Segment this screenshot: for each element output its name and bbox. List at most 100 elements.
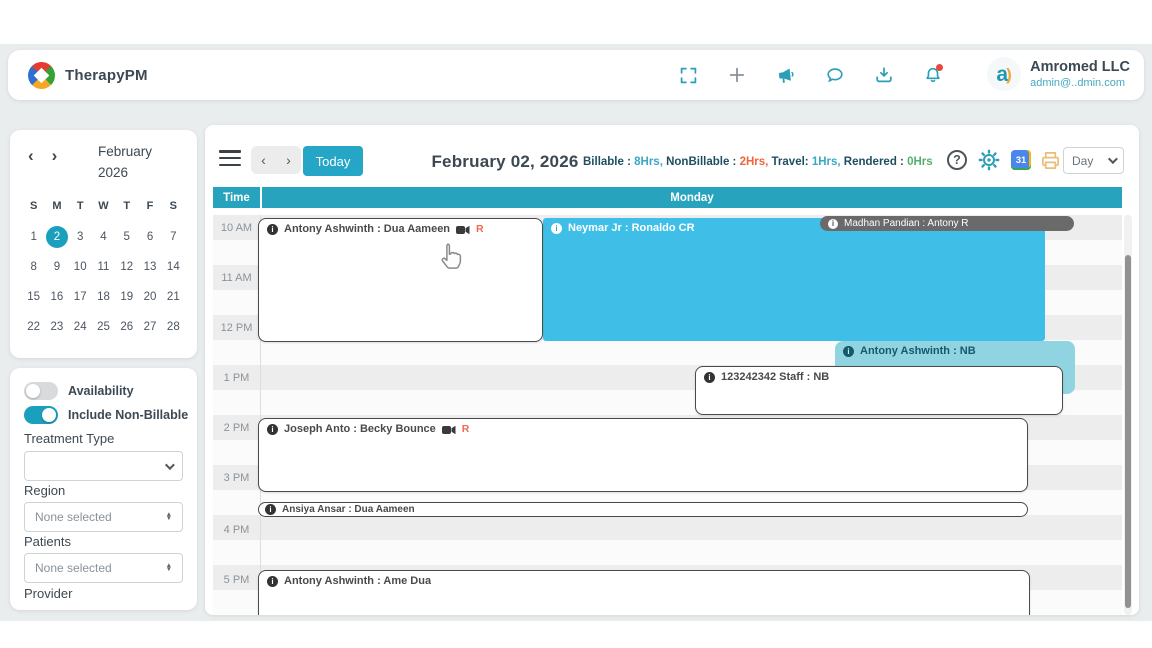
patients-label: Patients xyxy=(24,534,71,549)
rendered-flag: R xyxy=(461,423,470,435)
calendar-date[interactable]: 5 xyxy=(115,226,138,248)
rendered-hours: 0Hrs xyxy=(907,156,933,168)
mini-calendar: ‹ › February 2026 S M T W T F S 1 2 3 4 … xyxy=(10,130,197,358)
calendar-date[interactable]: 1 xyxy=(22,226,45,248)
calendar-date[interactable]: 3 xyxy=(69,226,92,248)
provider-label: Provider xyxy=(24,586,73,601)
info-icon[interactable]: i xyxy=(704,372,715,383)
time-slot-label: 3 PM xyxy=(223,472,250,484)
menu-icon[interactable] xyxy=(219,150,241,170)
account-menu[interactable]: a) Amromed LLC admin@..dmin.com xyxy=(987,57,1130,91)
calendar-date[interactable]: 27 xyxy=(138,316,161,338)
appointment-neymar-ronaldo[interactable]: i Neymar Jr : Ronaldo CR xyxy=(543,218,1045,341)
prev-day-button[interactable]: ‹ xyxy=(258,152,269,168)
therapypm-logo-icon xyxy=(28,61,55,89)
notifications-icon[interactable] xyxy=(922,64,944,86)
calendar-prev-icon[interactable]: ‹ xyxy=(28,146,34,166)
appointment-madhan-antony[interactable]: i Madhan Pandian : Antony R xyxy=(820,216,1074,231)
info-icon[interactable]: i xyxy=(267,576,278,587)
calendar-date[interactable]: 7 xyxy=(162,226,185,248)
treatment-type-select[interactable] xyxy=(24,451,183,481)
info-icon[interactable]: i xyxy=(267,424,278,435)
weekday-headers: S M T W T F S xyxy=(29,200,177,212)
calendar-date[interactable]: 4 xyxy=(92,226,115,248)
travel-hours: 1Hrs, xyxy=(811,156,844,168)
print-icon[interactable] xyxy=(1038,148,1062,172)
appointment-antony-ame[interactable]: i Antony Ashwinth : Ame Dua xyxy=(258,570,1030,615)
calendar-date[interactable]: 26 xyxy=(115,316,138,338)
calendar-date-selected[interactable]: 2 xyxy=(45,226,68,248)
fullscreen-icon[interactable] xyxy=(677,64,699,86)
filters-panel: Availability Include Non-Billable Treatm… xyxy=(10,368,197,610)
appointment-ansiya-dua[interactable]: i Ansiya Ansar : Dua Aameen xyxy=(258,502,1028,517)
view-mode-select[interactable]: Day xyxy=(1063,147,1124,174)
calendar-date[interactable]: 11 xyxy=(92,256,115,278)
settings-gear-icon[interactable] xyxy=(977,148,1001,172)
chevron-down-icon xyxy=(164,459,175,470)
appointment-staff-nb[interactable]: i 123242342 Staff : NB xyxy=(695,366,1063,415)
nonbillable-hours: 2Hrs, xyxy=(739,156,772,168)
info-icon[interactable]: i xyxy=(843,346,854,357)
announcement-icon[interactable] xyxy=(775,64,797,86)
time-slot-label: 1 PM xyxy=(223,372,250,384)
scrollbar-thumb[interactable] xyxy=(1125,255,1131,608)
include-non-billable-label: Include Non-Billable xyxy=(68,408,189,422)
appointment-antony-dua[interactable]: i Antony Ashwinth : Dua Aameen R xyxy=(258,218,543,342)
availability-toggle[interactable] xyxy=(24,382,58,400)
therapypm-app: TherapyPM a) Amromed LLC admin@..dmin.c… xyxy=(0,0,1152,648)
time-slot-label: 2 PM xyxy=(223,422,250,434)
calendar-date[interactable]: 25 xyxy=(92,316,115,338)
time-slot-label: 10 AM xyxy=(220,222,253,234)
updown-icon: ▲ ▼ xyxy=(165,562,172,573)
top-header-bar: TherapyPM a) Amromed LLC admin@..dmin.c… xyxy=(8,50,1144,100)
calendar-date[interactable]: 28 xyxy=(162,316,185,338)
calendar-date[interactable]: 22 xyxy=(22,316,45,338)
info-icon[interactable]: i xyxy=(828,218,838,229)
time-slot-label: 11 AM xyxy=(221,272,252,284)
add-icon[interactable] xyxy=(726,64,748,86)
today-button[interactable]: Today xyxy=(303,146,363,176)
day-column-header: Monday xyxy=(262,187,1122,208)
brand: TherapyPM xyxy=(28,61,148,89)
info-icon[interactable]: i xyxy=(267,224,278,235)
help-icon[interactable]: ? xyxy=(945,148,969,172)
include-non-billable-toggle[interactable] xyxy=(24,406,58,424)
hours-summary: Billable : 8Hrs, NonBillable : 2Hrs, Tra… xyxy=(583,156,933,168)
calendar-date[interactable]: 6 xyxy=(138,226,161,248)
region-select[interactable]: None selected ▲ ▼ xyxy=(24,502,183,532)
billable-hours: 8Hrs, xyxy=(634,156,667,168)
calendar-date[interactable]: 15 xyxy=(22,286,45,308)
calendar-date[interactable]: 23 xyxy=(45,316,68,338)
calendar-date[interactable]: 17 xyxy=(69,286,92,308)
chat-icon[interactable] xyxy=(824,64,846,86)
region-label: Region xyxy=(24,483,66,498)
next-day-button[interactable]: › xyxy=(283,152,294,168)
calendar-31-icon[interactable]: 31 xyxy=(1009,148,1033,172)
calendar-date[interactable]: 18 xyxy=(92,286,115,308)
info-icon[interactable]: i xyxy=(551,223,562,234)
calendar-date[interactable]: 10 xyxy=(69,256,92,278)
calendar-next-icon[interactable]: › xyxy=(52,146,58,166)
calendar-date[interactable]: 16 xyxy=(45,286,68,308)
chevron-down-icon xyxy=(1107,154,1118,165)
calendar-date[interactable]: 13 xyxy=(138,256,161,278)
patients-select[interactable]: None selected ▲ ▼ xyxy=(24,553,183,583)
header-actions xyxy=(677,50,944,100)
schedule-panel: ‹ › Today February 02, 2026 Billable : 8… xyxy=(205,125,1139,615)
calendar-week-row: 8 9 10 11 12 13 14 xyxy=(22,256,185,278)
calendar-date[interactable]: 8 xyxy=(22,256,45,278)
calendar-month-title: February 2026 xyxy=(98,144,153,180)
calendar-date[interactable]: 9 xyxy=(45,256,68,278)
calendar-week-row: 22 23 24 25 26 27 28 xyxy=(22,316,185,338)
availability-label: Availability xyxy=(68,384,134,398)
appointment-joseph-becky[interactable]: i Joseph Anto : Becky Bounce R xyxy=(258,418,1028,492)
calendar-date[interactable]: 21 xyxy=(162,286,185,308)
info-icon[interactable]: i xyxy=(265,504,276,515)
calendar-date[interactable]: 24 xyxy=(69,316,92,338)
calendar-date[interactable]: 14 xyxy=(162,256,185,278)
calendar-date[interactable]: 20 xyxy=(138,286,161,308)
video-icon xyxy=(456,223,470,235)
calendar-date[interactable]: 19 xyxy=(115,286,138,308)
calendar-date[interactable]: 12 xyxy=(115,256,138,278)
download-icon[interactable] xyxy=(873,64,895,86)
